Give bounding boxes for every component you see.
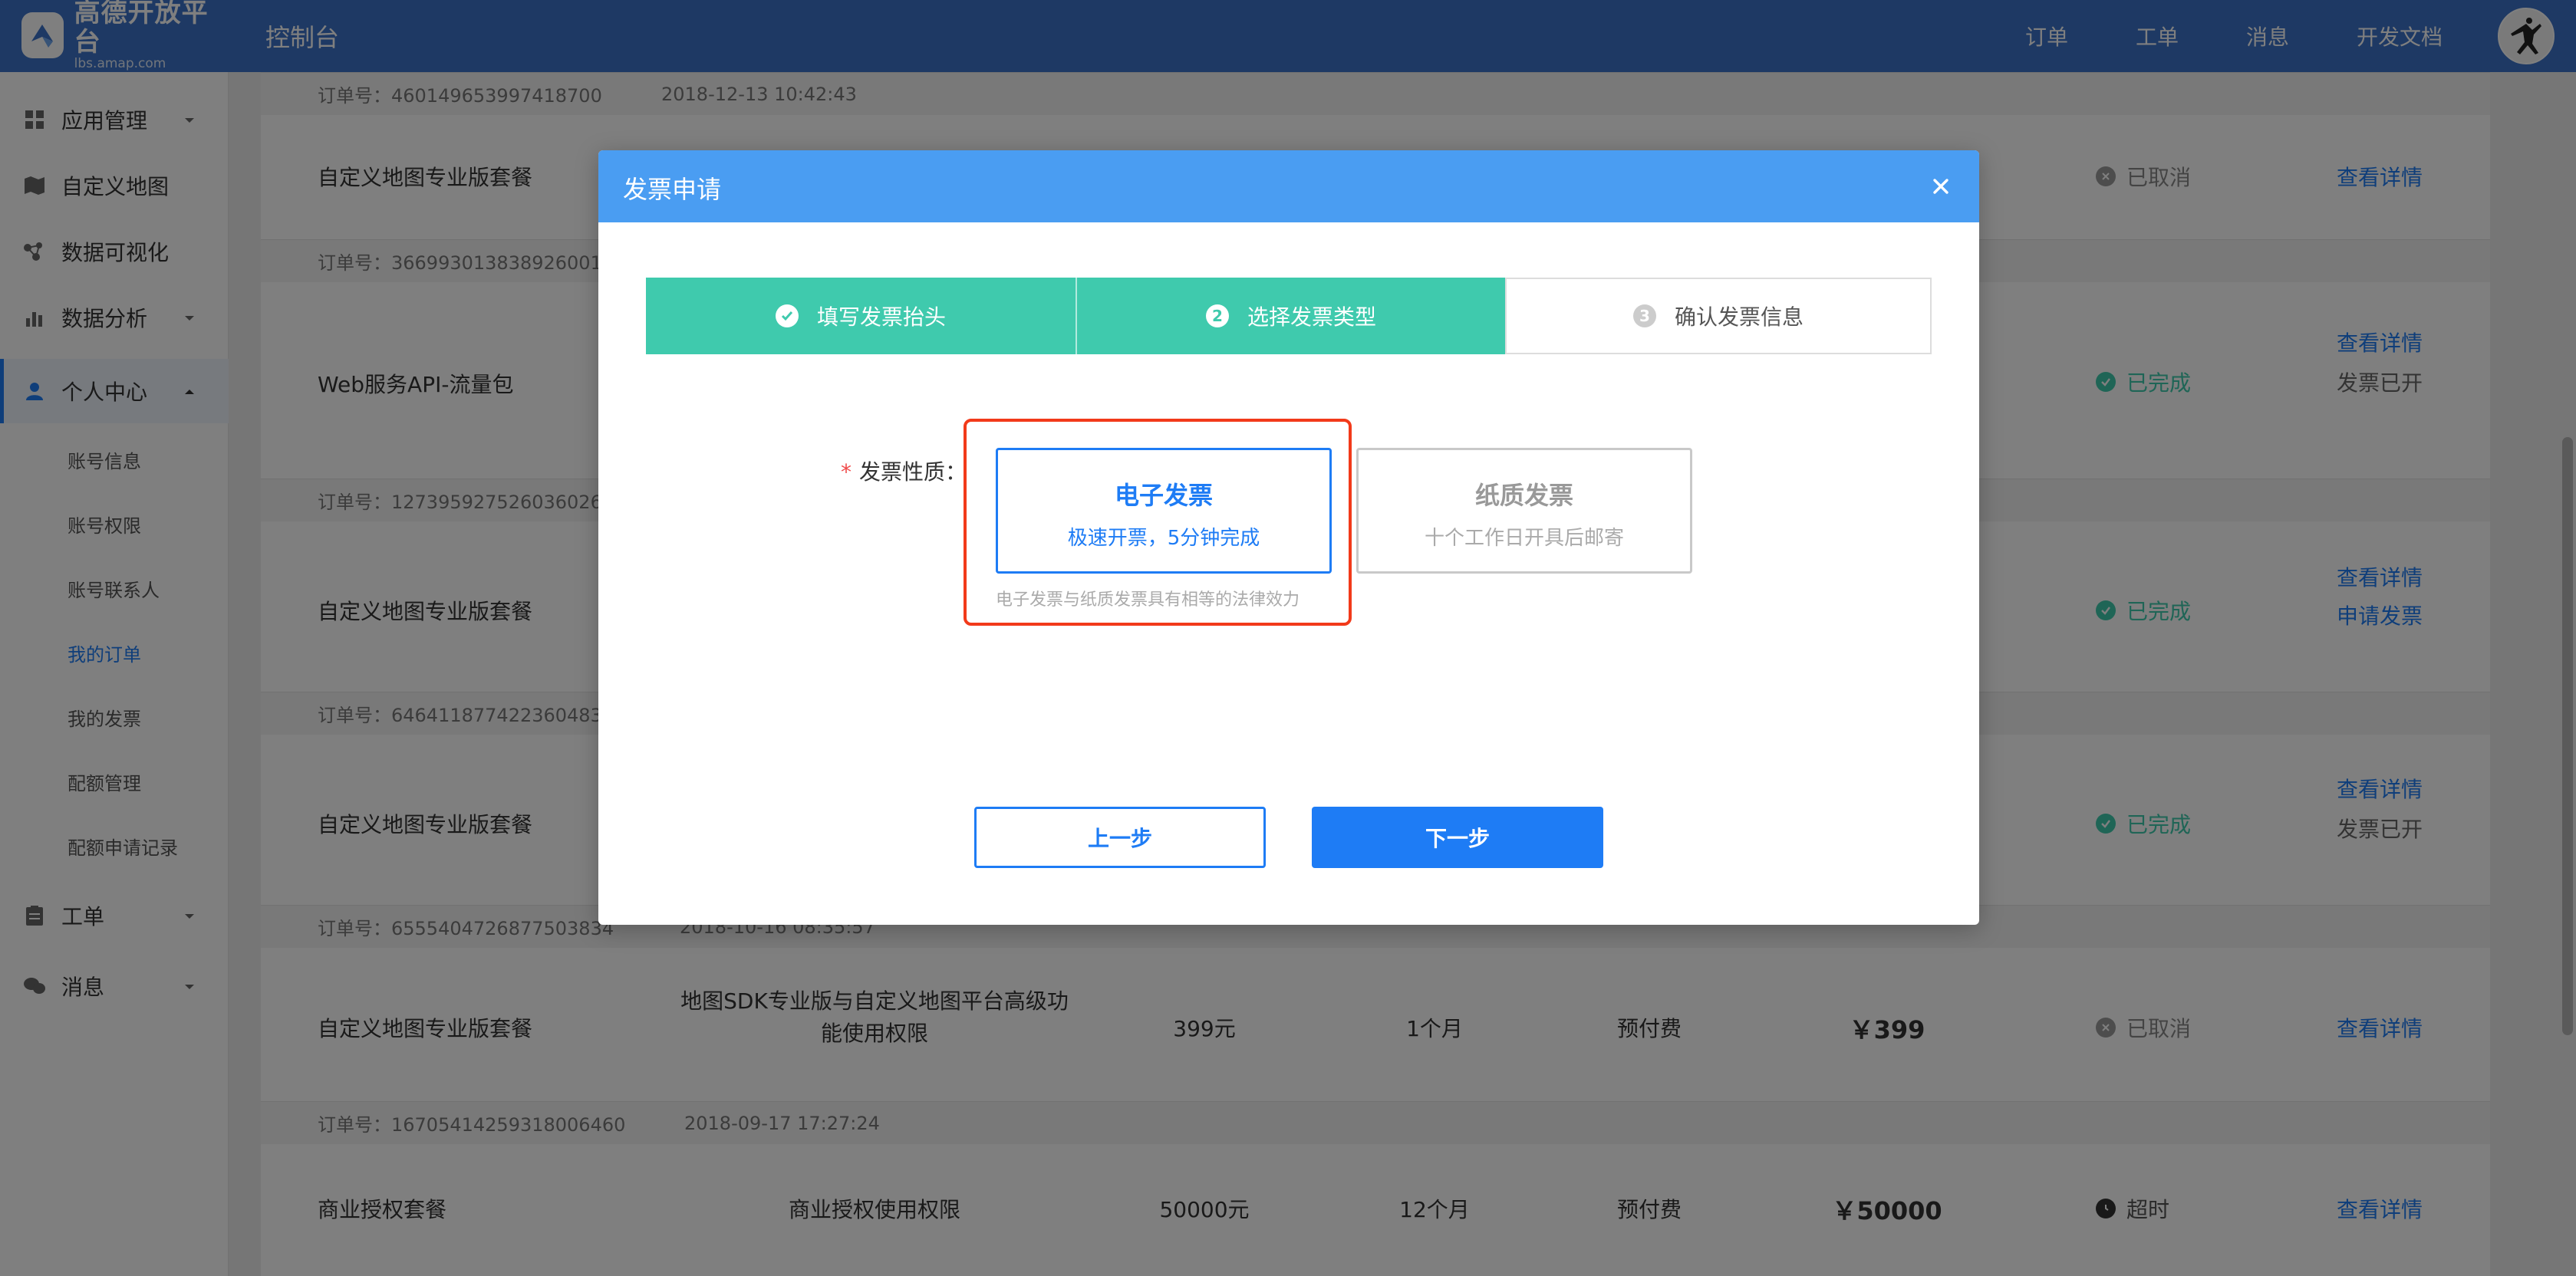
- next-step-button[interactable]: 下一步: [1312, 807, 1603, 868]
- step-number: 2: [1205, 304, 1229, 327]
- electronic-invoice-option[interactable]: 电子发票 极速开票，5分钟完成: [996, 448, 1332, 574]
- option-title: 电子发票: [1114, 481, 1213, 510]
- invoice-nature-label: * 发票性质：: [841, 455, 967, 486]
- paper-invoice-option[interactable]: 纸质发票 十个工作日开具后邮寄: [1356, 448, 1692, 574]
- step-label: 填写发票抬头: [816, 304, 946, 330]
- option-description: 十个工作日开具后邮寄: [1424, 527, 1624, 550]
- option-title: 纸质发票: [1474, 481, 1573, 510]
- step-label: 确认发票信息: [1674, 304, 1804, 330]
- close-icon[interactable]: [1925, 171, 1956, 202]
- option-description: 极速开票，5分钟完成: [1067, 527, 1260, 550]
- step-fill-invoice-title[interactable]: 填写发票抬头: [646, 278, 1076, 354]
- invoice-application-dialog: 发票申请 填写发票抬头 2 选择发票类型 3 确认发票信息 * 发票性质： 电子发…: [598, 150, 1979, 925]
- step-progress: 填写发票抬头 2 选择发票类型 3 确认发票信息: [646, 278, 1932, 354]
- required-asterisk: *: [841, 459, 852, 485]
- dialog-title: 发票申请: [623, 175, 722, 204]
- dialog-header: 发票申请: [598, 150, 1979, 222]
- step-confirm-invoice-info[interactable]: 3 确认发票信息: [1505, 278, 1932, 354]
- field-label-text: 发票性质：: [859, 459, 967, 485]
- step-label: 选择发票类型: [1247, 304, 1376, 330]
- step-number: 3: [1632, 304, 1656, 327]
- check-circle-icon: [775, 304, 799, 327]
- step-select-invoice-type[interactable]: 2 选择发票类型: [1076, 278, 1505, 354]
- previous-step-button[interactable]: 上一步: [974, 807, 1266, 868]
- legal-equivalence-hint: 电子发票与纸质发票具有相等的法律效力: [996, 590, 1300, 610]
